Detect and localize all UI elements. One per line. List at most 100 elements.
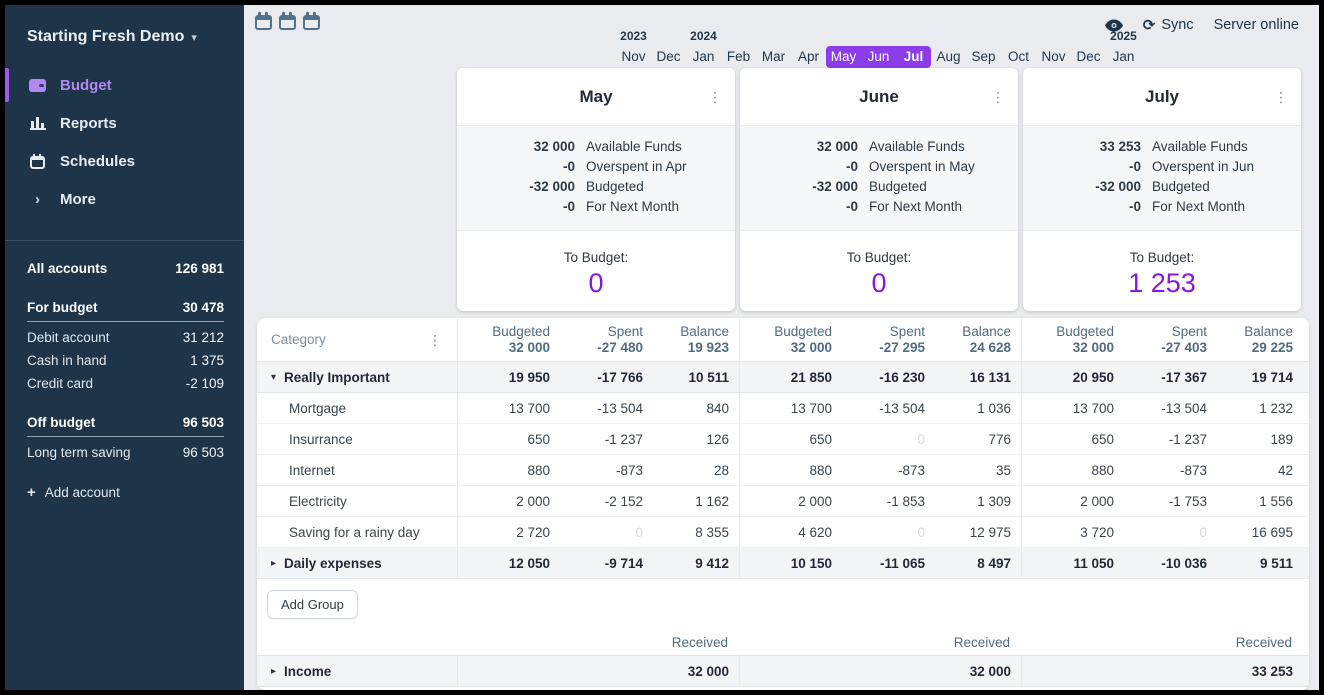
spent-cell[interactable]: -17 367 — [1122, 370, 1215, 385]
balance-cell[interactable]: 1 232 — [1215, 401, 1304, 416]
balance-cell[interactable]: 42 — [1215, 463, 1304, 478]
budgeted-cell[interactable]: 2 000 — [1022, 494, 1122, 509]
budgeted-cell[interactable]: 880 — [458, 463, 558, 478]
balance-cell[interactable]: 16 695 — [1215, 525, 1304, 540]
server-status[interactable]: Server online — [1214, 17, 1299, 33]
budgeted-column-header[interactable]: Budgeted — [740, 324, 832, 340]
spent-column-header[interactable]: Spent — [558, 324, 643, 340]
balance-cell[interactable]: 126 — [651, 432, 740, 447]
balance-cell[interactable]: 1 556 — [1215, 494, 1304, 509]
category-row-saving-for-a-rainy-day[interactable]: Saving for a rainy day 2 72008 355 4 620… — [257, 517, 1309, 548]
spent-cell[interactable]: -873 — [558, 463, 651, 478]
budgeted-cell[interactable]: 2 720 — [458, 525, 558, 540]
expand-triangle-icon[interactable]: ▸ — [271, 558, 276, 569]
category-group-row-daily-expenses[interactable]: ▸ Daily expenses 12 050-9 7149 412 10 15… — [257, 548, 1309, 579]
spent-cell[interactable]: -11 065 — [840, 556, 933, 571]
received-amount[interactable]: 32 000 — [651, 664, 740, 679]
budgeted-cell[interactable]: 880 — [740, 463, 840, 478]
spent-cell[interactable]: 0 — [558, 525, 651, 540]
spent-cell[interactable]: -2 152 — [558, 494, 651, 509]
budgeted-cell[interactable]: 13 700 — [458, 401, 558, 416]
month-button-may-2024-selected[interactable]: May — [826, 46, 861, 68]
budgeted-column-header[interactable]: Budgeted — [458, 324, 550, 340]
sidebar-item-schedules[interactable]: Schedules — [5, 142, 244, 180]
month-button-jun-2024-selected[interactable]: Jun — [861, 46, 896, 68]
sidebar-item-budget[interactable]: Budget — [5, 66, 244, 104]
spent-cell[interactable]: -13 504 — [558, 401, 651, 416]
two-month-view-icon[interactable] — [279, 15, 296, 30]
balance-cell[interactable]: 1 162 — [651, 494, 740, 509]
month-button-nov-2023[interactable]: Nov — [616, 46, 651, 68]
month-menu-kebab-icon[interactable]: ⋮ — [991, 90, 1005, 104]
category-row-insurrance[interactable]: Insurrance 650-1 237126 6500776 650-1 23… — [257, 424, 1309, 455]
category-menu-kebab-icon[interactable]: ⋮ — [428, 333, 442, 347]
budgeted-cell[interactable]: 3 720 — [1022, 525, 1122, 540]
balance-cell[interactable]: 28 — [651, 463, 740, 478]
balance-cell[interactable]: 19 714 — [1215, 370, 1304, 385]
received-amount[interactable]: 33 253 — [1215, 664, 1304, 679]
balance-cell[interactable]: 8 497 — [933, 556, 1022, 571]
balance-cell[interactable]: 9 511 — [1215, 556, 1304, 571]
budgeted-column-header[interactable]: Budgeted — [1022, 324, 1114, 340]
balance-cell[interactable]: 189 — [1215, 432, 1304, 447]
budgeted-cell[interactable]: 13 700 — [740, 401, 840, 416]
income-group-row[interactable]: ▸ Income 32 000 32 000 33 253 — [257, 655, 1309, 687]
account-row-credit-card[interactable]: Credit card -2 109 — [27, 372, 224, 395]
sync-button[interactable]: ⟳ Sync — [1143, 16, 1194, 34]
budgeted-cell[interactable]: 2 000 — [740, 494, 840, 509]
collapse-triangle-icon[interactable]: ▾ — [271, 372, 276, 383]
sidebar-item-reports[interactable]: Reports — [5, 104, 244, 142]
budgeted-cell[interactable]: 880 — [1022, 463, 1122, 478]
budgeted-cell[interactable]: 4 620 — [740, 525, 840, 540]
balance-cell[interactable]: 10 511 — [651, 370, 740, 385]
for-budget-header[interactable]: For budget 30 478 — [27, 296, 224, 322]
spent-cell[interactable]: -13 504 — [840, 401, 933, 416]
spent-cell[interactable]: -873 — [840, 463, 933, 478]
add-group-button[interactable]: Add Group — [267, 590, 358, 619]
month-button-nov-2024[interactable]: Nov — [1036, 46, 1071, 68]
one-month-view-icon[interactable] — [255, 15, 272, 30]
spent-column-header[interactable]: Spent — [1122, 324, 1207, 340]
spent-cell[interactable]: -16 230 — [840, 370, 933, 385]
month-menu-kebab-icon[interactable]: ⋮ — [1274, 90, 1288, 104]
month-button-jan-2024[interactable]: Jan — [686, 46, 721, 68]
spent-cell[interactable]: -1 237 — [1122, 432, 1215, 447]
balance-cell[interactable]: 9 412 — [651, 556, 740, 571]
spent-cell[interactable]: -13 504 — [1122, 401, 1215, 416]
spent-cell[interactable]: -873 — [1122, 463, 1215, 478]
category-group-row-really-important[interactable]: ▾ Really Important 19 950-17 76610 511 2… — [257, 362, 1309, 393]
off-budget-header[interactable]: Off budget 96 503 — [27, 411, 224, 437]
budgeted-cell[interactable]: 650 — [458, 432, 558, 447]
month-button-mar-2024[interactable]: Mar — [756, 46, 791, 68]
balance-cell[interactable]: 1 309 — [933, 494, 1022, 509]
expand-triangle-icon[interactable]: ▸ — [271, 666, 276, 677]
month-button-dec-2023[interactable]: Dec — [651, 46, 686, 68]
sidebar-item-more[interactable]: › More — [5, 180, 244, 218]
add-account-button[interactable]: + Add account — [27, 484, 224, 501]
received-amount[interactable]: 32 000 — [933, 664, 1022, 679]
account-row-debit[interactable]: Debit account 31 212 — [27, 326, 224, 349]
balance-column-header[interactable]: Balance — [651, 324, 729, 340]
budgeted-cell[interactable]: 13 700 — [1022, 401, 1122, 416]
balance-cell[interactable]: 16 131 — [933, 370, 1022, 385]
budgeted-cell[interactable]: 19 950 — [458, 370, 558, 385]
balance-column-header[interactable]: Balance — [933, 324, 1011, 340]
to-budget-amount[interactable]: 0 — [740, 268, 1018, 299]
account-row-cash[interactable]: Cash in hand 1 375 — [27, 349, 224, 372]
category-row-mortgage[interactable]: Mortgage 13 700-13 504840 13 700-13 5041… — [257, 393, 1309, 424]
spent-cell[interactable]: -1 853 — [840, 494, 933, 509]
budgeted-cell[interactable]: 650 — [1022, 432, 1122, 447]
balance-cell[interactable]: 1 036 — [933, 401, 1022, 416]
balance-cell[interactable]: 12 975 — [933, 525, 1022, 540]
month-menu-kebab-icon[interactable]: ⋮ — [708, 90, 722, 104]
month-button-jan-2025[interactable]: Jan — [1106, 46, 1141, 68]
spent-cell[interactable]: 0 — [840, 525, 933, 540]
budget-file-switcher[interactable]: Starting Fresh Demo ▾ — [5, 5, 244, 62]
to-budget-amount[interactable]: 0 — [457, 268, 735, 299]
month-button-apr-2024[interactable]: Apr — [791, 46, 826, 68]
balance-cell[interactable]: 8 355 — [651, 525, 740, 540]
three-month-view-icon[interactable] — [303, 15, 320, 30]
spent-cell[interactable]: -9 714 — [558, 556, 651, 571]
spent-cell[interactable]: -17 766 — [558, 370, 651, 385]
category-row-electricity[interactable]: Electricity 2 000-2 1521 162 2 000-1 853… — [257, 486, 1309, 517]
